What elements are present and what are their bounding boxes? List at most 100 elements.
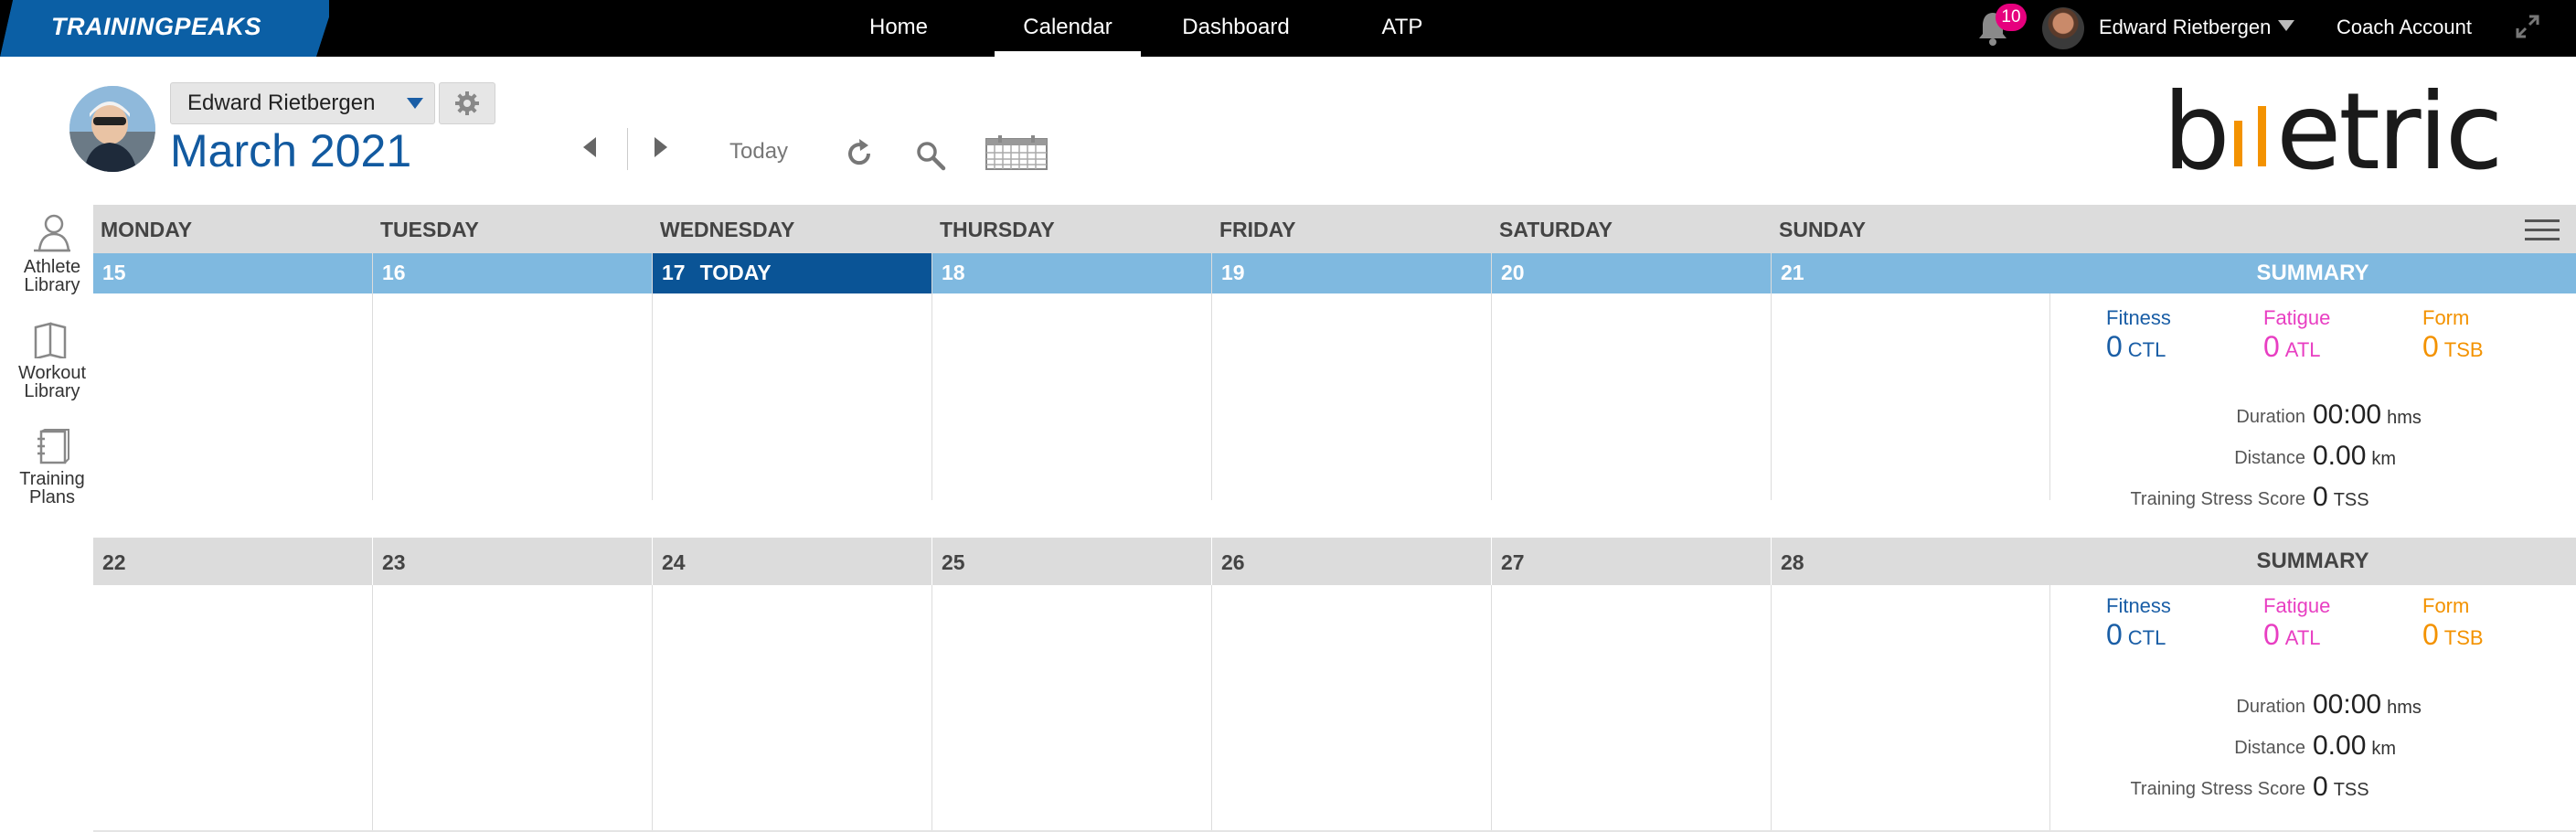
fitness-unit: CTL xyxy=(2127,338,2166,361)
previous-week-arrow-icon[interactable] xyxy=(583,137,596,157)
next-week-arrow-icon[interactable] xyxy=(655,137,667,157)
tss-unit: TSS xyxy=(2333,490,2369,510)
date-strip: 23 xyxy=(373,538,652,585)
hamburger-menu-icon[interactable] xyxy=(2525,218,2560,243)
column-divider xyxy=(1771,585,1772,830)
dow-thursday: THURSDAY xyxy=(940,218,1055,241)
fatigue-unit: ATL xyxy=(2284,338,2321,361)
date-strip: 28 xyxy=(1772,538,2049,585)
fatigue-label: Fatigue xyxy=(2263,306,2331,329)
expand-icon[interactable] xyxy=(2514,13,2541,40)
bmetric-logo: b etric xyxy=(2163,70,2504,192)
arrow-divider xyxy=(627,128,628,170)
day-cell-today[interactable]: 17 TODAY xyxy=(653,253,931,500)
training-plans-icon xyxy=(37,429,69,464)
duration-value: 00:00 xyxy=(2313,689,2382,720)
day-cell[interactable]: 25 xyxy=(932,538,1211,830)
fatigue-value: 0 xyxy=(2263,330,2280,363)
sidebar-label: Workout xyxy=(17,363,87,383)
svg-text:b: b xyxy=(2163,70,2229,192)
user-avatar[interactable] xyxy=(2042,7,2084,49)
fatigue-metric: Fatigue 0 ATL xyxy=(2263,306,2330,364)
calendar-view-icon[interactable] xyxy=(985,135,1048,170)
logo-text: TRAININGPEAKS xyxy=(51,13,262,40)
day-of-week-header: MONDAY TUESDAY WEDNESDAY THURSDAY FRIDAY… xyxy=(93,205,2576,253)
day-cell[interactable]: 23 xyxy=(373,538,652,830)
top-navigation-bar: TRAININGPEAKS Home Calendar Dashboard AT… xyxy=(0,0,2576,57)
date-number: 16 xyxy=(382,261,406,284)
form-value: 0 xyxy=(2422,330,2439,363)
date-strip: 26 xyxy=(1212,538,1491,585)
duration-value-row: 00:00 hms xyxy=(2313,400,2422,431)
day-cell[interactable]: 21 xyxy=(1772,253,2049,500)
distance-unit: km xyxy=(2371,739,2397,759)
week-summary: SUMMARY Fitness 0 CTL Fatigue 0 ATL Form 0… xyxy=(2049,538,2576,830)
fatigue-value: 0 xyxy=(2263,618,2280,651)
date-number: 27 xyxy=(1501,550,1525,574)
date-number-today: 17 TODAY xyxy=(662,261,772,285)
search-icon[interactable] xyxy=(914,139,947,172)
fitness-value: 0 xyxy=(2106,330,2123,363)
nav-atp[interactable]: ATP xyxy=(1380,15,1424,57)
settings-button[interactable] xyxy=(439,82,495,124)
column-divider xyxy=(1491,585,1492,830)
date-strip: 22 xyxy=(93,538,372,585)
day-cell[interactable]: 18 xyxy=(932,253,1211,500)
dow-tuesday: TUESDAY xyxy=(380,218,479,241)
column-divider xyxy=(931,585,932,830)
column-divider xyxy=(1211,253,1212,500)
today-button[interactable]: Today xyxy=(729,139,788,165)
day-cell[interactable]: 26 xyxy=(1212,538,1491,830)
tss-value: 0 xyxy=(2313,482,2328,512)
sidebar-label: Plans xyxy=(28,487,76,507)
user-menu-caret-icon[interactable] xyxy=(2278,20,2294,31)
sidebar-item-training-plans[interactable]: Training Plans xyxy=(13,428,91,507)
day-cell[interactable]: 15 xyxy=(93,253,372,500)
tss-value-row: 0 TSS xyxy=(2313,772,2369,803)
nav-dashboard[interactable]: Dashboard xyxy=(1181,15,1291,57)
fitness-metric: Fitness 0 CTL xyxy=(2106,306,2171,364)
date-number: 21 xyxy=(1781,261,1804,284)
date-number: 22 xyxy=(102,550,126,574)
day-cell[interactable]: 20 xyxy=(1492,253,1771,500)
date-number: 18 xyxy=(942,261,965,284)
date-strip: 15 xyxy=(93,253,372,293)
fatigue-unit: ATL xyxy=(2284,626,2321,649)
form-metric: Form 0 TSB xyxy=(2422,306,2484,364)
tss-label: Training Stress Score xyxy=(2130,779,2305,799)
date-number: 19 xyxy=(1221,261,1245,284)
distance-label: Distance xyxy=(2234,738,2305,758)
nav-home[interactable]: Home xyxy=(868,15,929,57)
tss-label: Training Stress Score xyxy=(2130,489,2305,509)
sidebar-label: Library xyxy=(24,275,80,295)
athlete-select-dropdown[interactable]: Edward Rietbergen xyxy=(170,82,435,124)
coach-account-link[interactable]: Coach Account xyxy=(2336,16,2472,39)
refresh-icon[interactable] xyxy=(843,137,876,170)
workout-library-icon xyxy=(34,322,67,358)
day-cell[interactable]: 28 xyxy=(1772,538,2049,830)
calendar-week-1: 15 16 17 TODAY 18 19 20 21 SUMMARY Fitne… xyxy=(93,253,2576,512)
form-value: 0 xyxy=(2422,618,2439,651)
dow-friday: FRIDAY xyxy=(1219,218,1296,241)
day-cell[interactable]: 24 xyxy=(653,538,931,830)
gear-icon xyxy=(455,91,479,115)
nav-calendar[interactable]: Calendar xyxy=(995,15,1141,57)
day-cell[interactable]: 27 xyxy=(1492,538,1771,830)
athlete-photo[interactable] xyxy=(69,86,155,172)
sidebar-label: Athlete xyxy=(23,257,81,277)
form-label: Form xyxy=(2422,306,2470,329)
day-cell[interactable]: 22 xyxy=(93,538,372,830)
sidebar-item-athlete-library[interactable]: Athlete Library xyxy=(13,214,91,294)
date-number: 15 xyxy=(102,261,126,284)
day-cell[interactable]: 19 xyxy=(1212,253,1491,500)
day-cell[interactable]: 16 xyxy=(373,253,652,500)
svg-text:etric: etric xyxy=(2276,70,2501,192)
distance-value-row: 0.00 km xyxy=(2313,441,2396,472)
duration-unit: hms xyxy=(2387,698,2422,718)
user-menu-name[interactable]: Edward Rietbergen xyxy=(2099,16,2271,39)
trainingpeaks-logo[interactable]: TRAININGPEAKS xyxy=(0,0,329,57)
sidebar-item-workout-library[interactable]: Workout Library xyxy=(13,322,91,400)
column-divider xyxy=(1491,253,1492,500)
tss-unit: TSS xyxy=(2333,780,2369,800)
today-date-strip: 17 TODAY xyxy=(653,253,931,293)
